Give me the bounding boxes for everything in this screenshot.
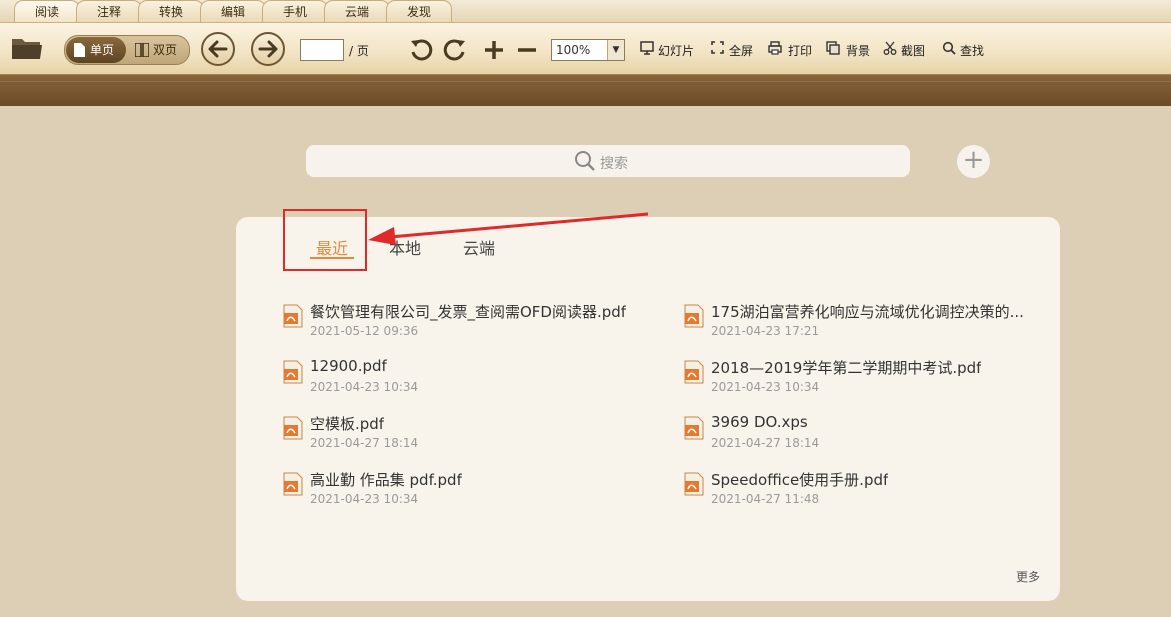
double-page-button[interactable]: 双页 — [129, 37, 187, 63]
search-icon — [575, 151, 595, 171]
list-item[interactable]: 12900.pdf 2021-04-23 10:34 — [282, 357, 642, 401]
pdf-file-icon — [684, 360, 704, 384]
list-item[interactable]: 175湖泊富营养化响应与流域优化调控决策的... 2021-04-23 17:2… — [683, 301, 1043, 345]
screenshot-icon — [883, 41, 897, 55]
tab-discover[interactable]: 发现 — [386, 0, 452, 23]
file-name: Speedoffice使用手册.pdf — [711, 471, 889, 489]
open-folder-button[interactable] — [10, 33, 44, 63]
folder-icon — [12, 39, 42, 59]
highlight-box — [283, 209, 367, 271]
slideshow-button[interactable]: 幻灯片 — [658, 42, 694, 59]
pdf-file-icon — [684, 304, 704, 328]
file-date: 2021-04-23 17:21 — [711, 324, 820, 338]
file-name: 2018—2019学年第二学期期中考试.pdf — [711, 359, 982, 377]
rotate-right-button[interactable] — [442, 38, 468, 62]
chevron-down-icon: ▼ — [607, 40, 624, 60]
file-name: 空模板.pdf — [310, 415, 385, 433]
previous-page-button[interactable] — [201, 32, 235, 66]
more-link[interactable]: 更多 — [1016, 568, 1040, 585]
zoom-in-button[interactable] — [482, 38, 506, 62]
fullscreen-button[interactable]: 全屏 — [729, 42, 753, 59]
redo-icon — [443, 39, 465, 61]
tab-mobile[interactable]: 手机 — [262, 0, 328, 23]
page-view-toggle: 单页 双页 — [64, 35, 190, 65]
annotation-arrow-icon — [368, 212, 649, 245]
pdf-file-icon — [283, 360, 303, 384]
list-item[interactable]: 3969 DO.xps 2021-04-27 18:14 — [683, 413, 1043, 457]
file-name: 餐饮管理有限公司_发票_查阅需OFD阅读器.pdf — [310, 303, 627, 321]
search-input[interactable]: 搜索 — [306, 145, 910, 177]
rotate-left-button[interactable] — [408, 38, 434, 62]
add-file-button[interactable]: + — [957, 145, 990, 178]
file-date: 2021-04-27 18:14 — [711, 436, 820, 450]
file-name: 12900.pdf — [310, 357, 387, 375]
tab-annotate[interactable]: 注释 — [76, 0, 142, 23]
screenshot-button[interactable]: 截图 — [901, 42, 925, 59]
page-suffix-label: / 页 — [349, 44, 369, 58]
zoom-out-icon — [518, 48, 536, 52]
pdf-file-icon — [283, 416, 303, 440]
list-item[interactable]: Speedoffice使用手册.pdf 2021-04-27 11:48 — [683, 469, 1043, 513]
print-icon — [768, 41, 782, 55]
arrow-left-icon — [208, 40, 228, 58]
file-date: 2021-04-23 10:34 — [310, 492, 419, 506]
page-number-input[interactable] — [300, 39, 344, 61]
list-item[interactable]: 高业勤 作品集 pdf.pdf 2021-04-23 10:34 — [282, 469, 642, 513]
pdf-file-icon — [283, 472, 303, 496]
add-icon: + — [962, 145, 985, 175]
file-library-card: 最近 本地 云端 餐饮管理有限公司_发票_查阅需OFD阅读器.pdf 2021-… — [236, 217, 1060, 601]
toolbar: 单页 双页 / 页 100% ▼ 幻灯片 全屏 打印 背景 截图 查找 — [0, 22, 1171, 75]
undo-icon — [411, 39, 433, 61]
print-button[interactable]: 打印 — [788, 42, 812, 59]
list-item[interactable]: 2018—2019学年第二学期期中考试.pdf 2021-04-23 10:34 — [683, 357, 1043, 401]
file-date: 2021-04-27 18:14 — [310, 436, 419, 450]
toolbar-shelf-band — [0, 74, 1171, 106]
tab-edit[interactable]: 编辑 — [200, 0, 266, 23]
pdf-file-icon — [283, 304, 303, 328]
single-page-icon — [74, 43, 85, 57]
file-date: 2021-04-23 10:34 — [711, 380, 820, 394]
find-button[interactable]: 查找 — [960, 42, 984, 59]
slideshow-icon — [640, 41, 654, 55]
fullscreen-icon — [711, 41, 724, 54]
list-item[interactable]: 餐饮管理有限公司_发票_查阅需OFD阅读器.pdf 2021-05-12 09:… — [282, 301, 642, 345]
file-name: 3969 DO.xps — [711, 413, 808, 431]
next-page-button[interactable] — [251, 32, 285, 66]
zoom-select[interactable]: 100% ▼ — [551, 39, 625, 61]
pdf-file-icon — [684, 472, 704, 496]
file-name: 175湖泊富营养化响应与流域优化调控决策的... — [711, 303, 1024, 321]
single-page-button[interactable]: 单页 — [66, 37, 126, 63]
zoom-value: 100% — [556, 43, 591, 57]
search-icon — [942, 41, 956, 55]
file-date: 2021-04-27 11:48 — [711, 492, 820, 506]
tab-read[interactable]: 阅读 — [14, 0, 80, 23]
zoom-out-button[interactable] — [515, 38, 539, 62]
file-date: 2021-05-12 09:36 — [310, 324, 419, 338]
file-date: 2021-04-23 10:34 — [310, 380, 419, 394]
menu-tab-strip: 阅读 注释 转换 编辑 手机 云端 发现 — [0, 0, 1171, 23]
double-page-label: 双页 — [153, 43, 178, 57]
pdf-file-icon — [684, 416, 704, 440]
file-name: 高业勤 作品集 pdf.pdf — [310, 471, 462, 489]
double-page-icon — [135, 43, 149, 57]
tab-convert[interactable]: 转换 — [138, 0, 204, 23]
search-placeholder: 搜索 — [600, 156, 628, 172]
zoom-in-icon — [485, 41, 503, 59]
single-page-label: 单页 — [90, 43, 115, 57]
arrow-right-icon — [258, 40, 278, 58]
background-button[interactable]: 背景 — [846, 42, 870, 59]
list-item[interactable]: 空模板.pdf 2021-04-27 18:14 — [282, 413, 642, 457]
tab-cloud[interactable]: 云端 — [324, 0, 390, 23]
background-icon — [826, 41, 840, 55]
